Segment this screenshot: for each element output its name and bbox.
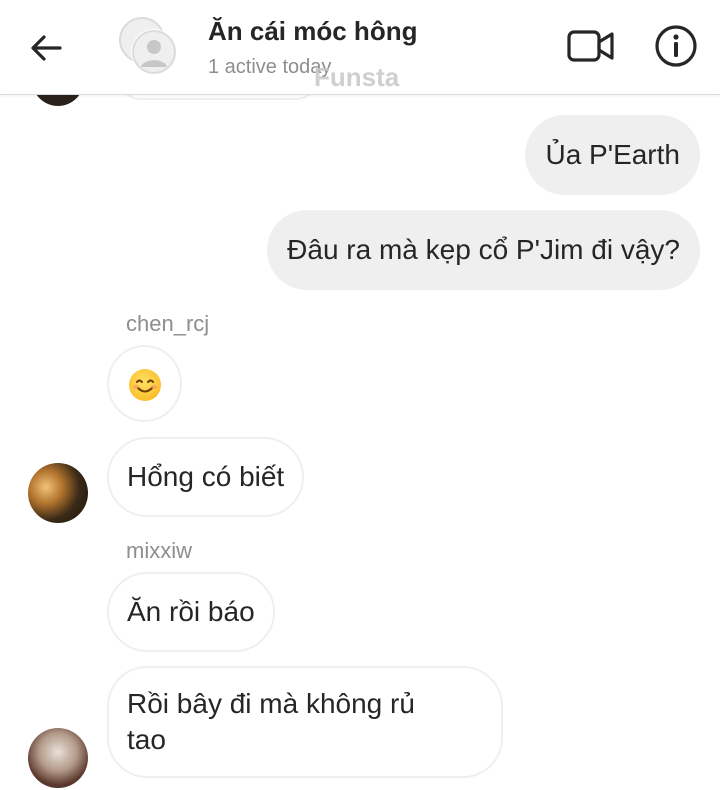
incoming-message[interactable] — [107, 345, 182, 422]
watermark: Funsta — [314, 62, 400, 92]
avatar[interactable] — [28, 463, 88, 523]
info-icon[interactable] — [654, 24, 698, 68]
sender-name: mixxiw — [126, 538, 192, 563]
message-text: Hổng có biết — [127, 461, 285, 492]
message-text-line: tao — [127, 724, 166, 755]
incoming-message[interactable]: Ăn rồi báo — [107, 572, 275, 652]
conversation-title[interactable]: Ăn cái móc hông — [208, 16, 417, 47]
group-avatar[interactable] — [116, 16, 178, 78]
chat-header: Ăn cái móc hông 1 active today Funsta — [0, 0, 720, 95]
message-text: Đâu ra mà kẹp cổ P'Jim đi vậy? — [287, 234, 680, 265]
message-text: Ăn rồi báo — [127, 596, 255, 627]
outgoing-message[interactable]: Đâu ra mà kẹp cổ P'Jim đi vậy? — [267, 210, 700, 290]
outgoing-message[interactable]: Ủa P'Earth — [525, 115, 700, 195]
smiling-face-emoji-icon — [129, 369, 161, 401]
message-text-line: Rồi bây đi mà không rủ — [127, 688, 415, 719]
active-status: 1 active today — [208, 56, 332, 78]
incoming-message[interactable]: Hổng có biết — [107, 437, 305, 517]
video-call-icon[interactable] — [566, 26, 616, 66]
back-arrow-icon[interactable] — [26, 28, 66, 68]
incoming-message[interactable]: Rồi bây đi mà không rủ tao — [107, 666, 503, 778]
message-text: Ủa P'Earth — [545, 139, 680, 170]
sender-name: chen_rcj — [126, 311, 210, 336]
avatar[interactable] — [28, 728, 88, 788]
